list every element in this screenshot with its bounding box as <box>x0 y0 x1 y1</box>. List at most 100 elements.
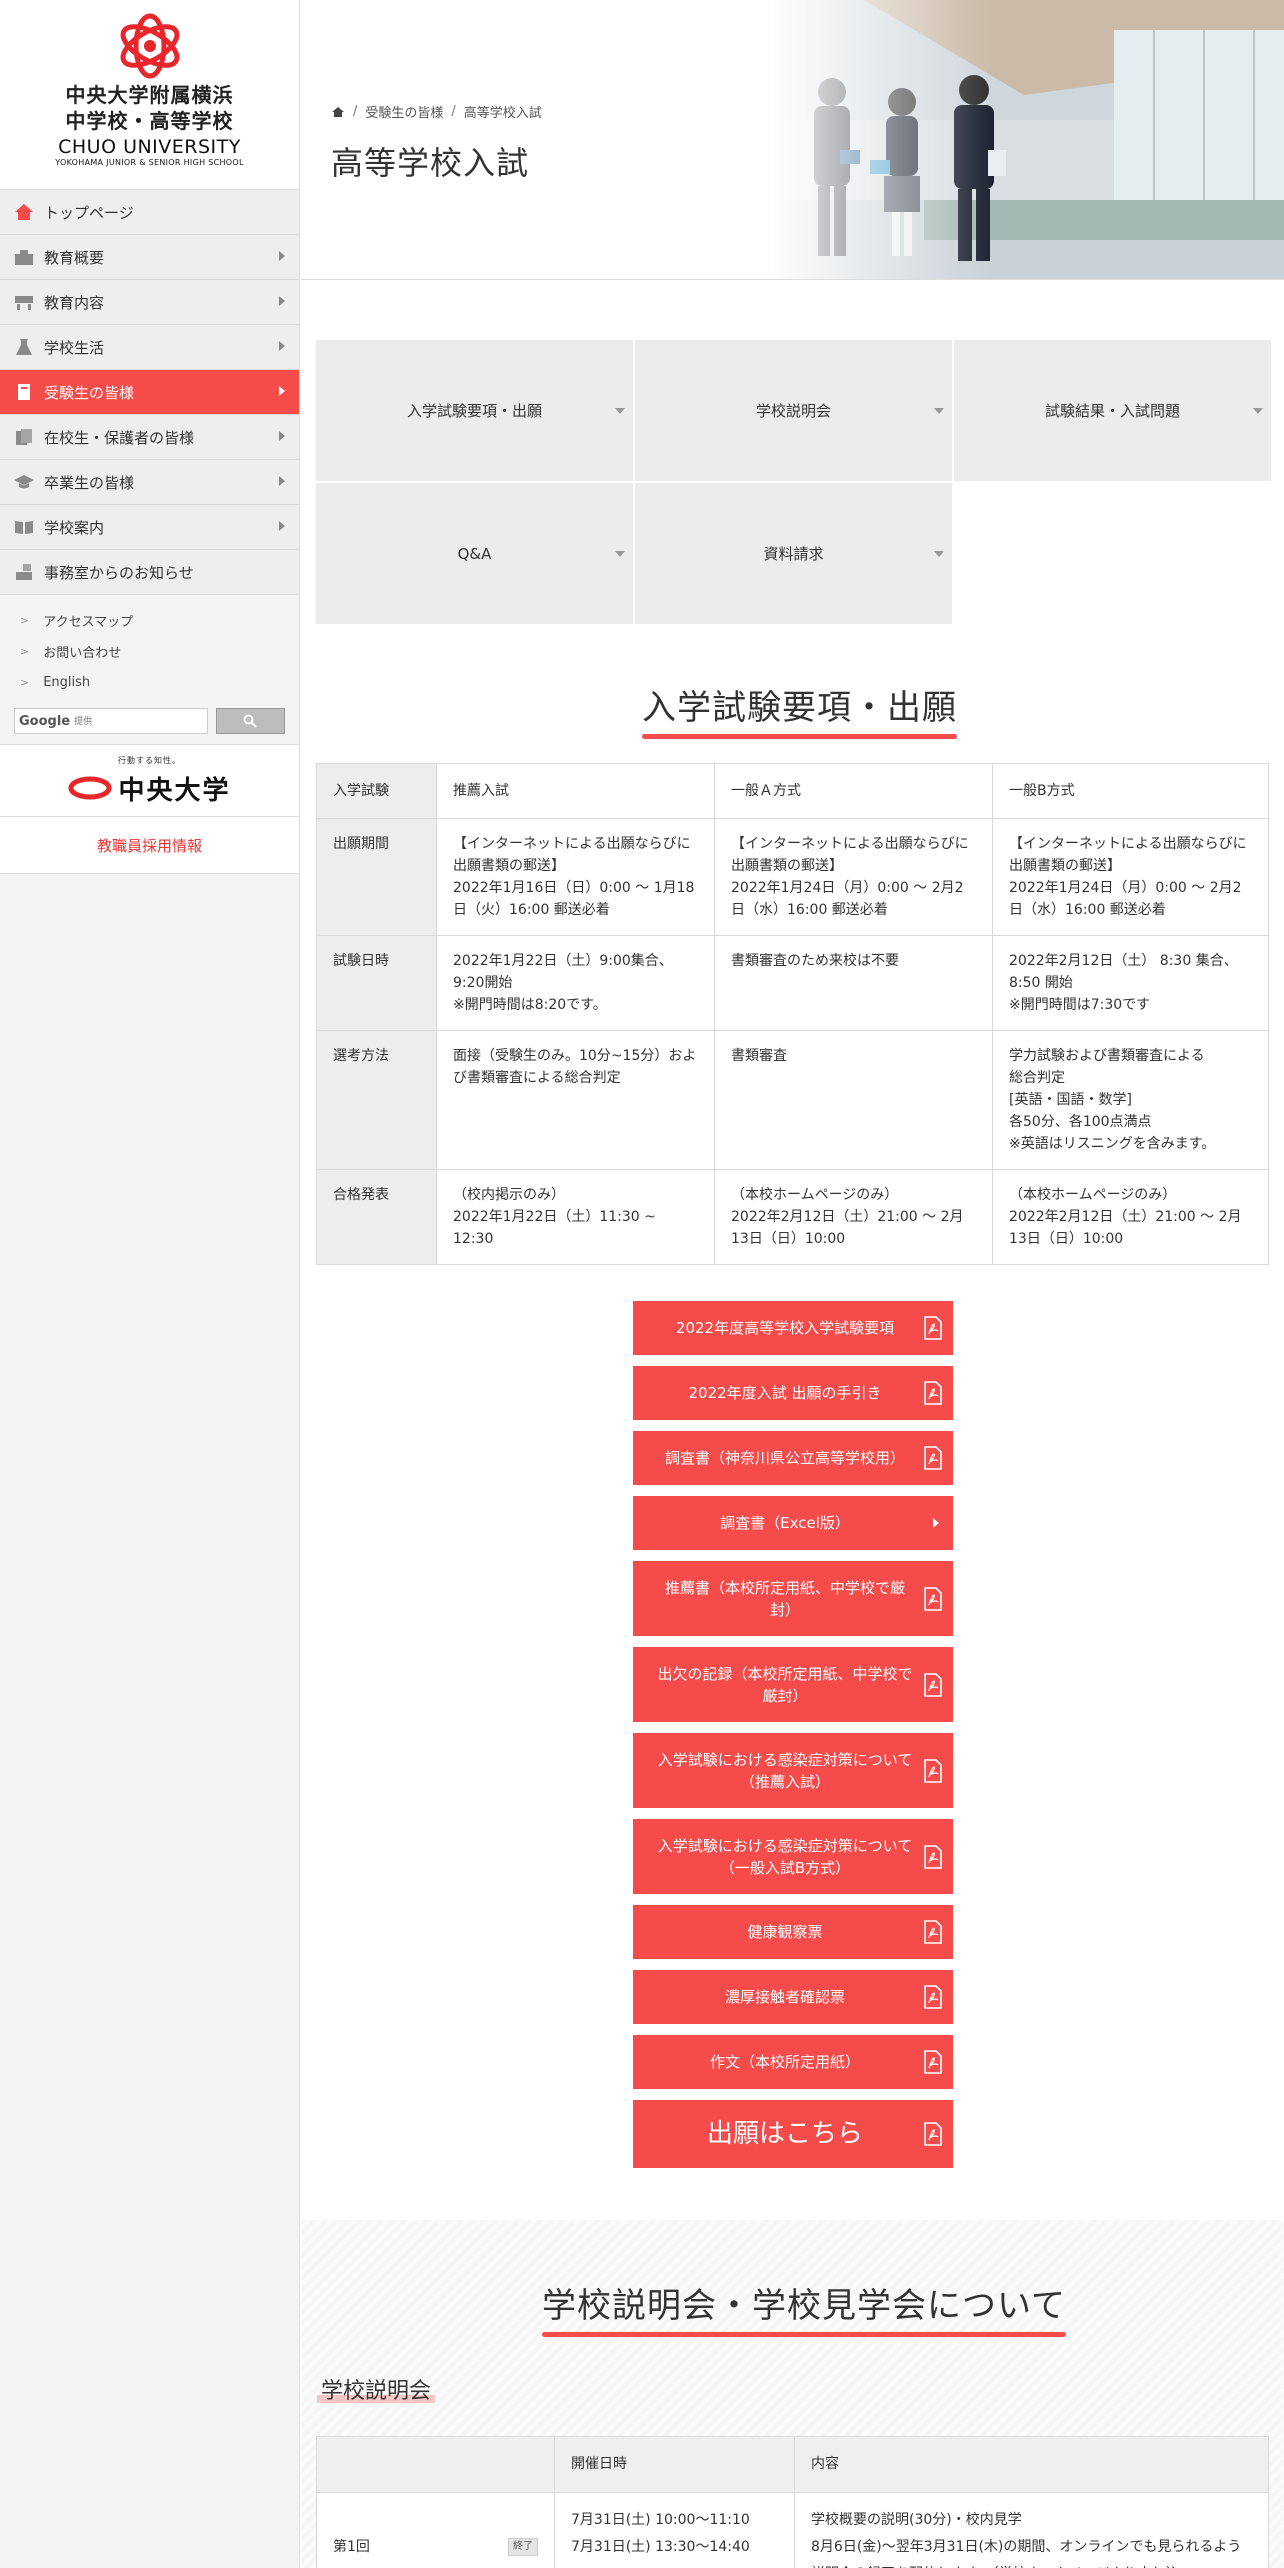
google-brand: Google <box>19 713 71 729</box>
main-nav: トップページ 教育概要 教育内容 学校生活 受験生の皆様 在校生・保護者の皆様 … <box>0 190 299 595</box>
chevron-right-icon: > <box>20 614 30 627</box>
search-input[interactable] <box>74 716 185 726</box>
nav-label: 教育内容 <box>44 293 105 312</box>
cell-line: 【インターネットによる出願ならびに出願書類の郵送】 <box>1009 836 1247 874</box>
nav-item-top[interactable]: トップページ <box>0 190 299 235</box>
chevron-down-icon <box>615 551 625 557</box>
table-cell: 書類審査のため来校は不要 <box>714 935 993 1031</box>
pdf-icon <box>924 1586 942 1611</box>
report-kanagawa-pdf-button[interactable]: 調査書（神奈川県公立高等学校用） <box>633 1431 953 1485</box>
tab-request-materials[interactable]: 資料請求 <box>635 483 952 624</box>
tab-exam-guidelines[interactable]: 入学試験要項・出願 <box>316 340 633 481</box>
nav-item-office-news[interactable]: 事務室からのお知らせ <box>0 550 299 595</box>
nav-label: 卒業生の皆様 <box>44 473 135 492</box>
table-row: 合格発表 （校内掲示のみ） 2022年1月22日（土）11:30 ~ 12:30 … <box>316 1169 1269 1265</box>
title-underline <box>542 2332 1066 2337</box>
report-excel-button[interactable]: 調査書（Excel版） <box>633 1496 953 1550</box>
subnav-item-access[interactable]: > アクセスマップ <box>0 605 299 636</box>
breadcrumb-separator: / <box>451 104 456 119</box>
guidelines-pdf-button[interactable]: 2022年度高等学校入学試験要項 <box>633 1301 953 1355</box>
chevron-down-icon <box>615 408 625 414</box>
page-header: / 受験生の皆様 / 高等学校入試 高等学校入試 <box>301 0 1284 280</box>
chuo-logo-icon <box>68 776 112 800</box>
cell-line: 2022年1月24日（月）0:00 ～ 2月2日（水）16:00 郵送必着 <box>731 880 964 918</box>
pdf-icon <box>924 1920 942 1944</box>
cell-line: 各50分、各100点満点 <box>1009 1114 1152 1130</box>
button-label: 入学試験における感染症対策について（推薦入試） <box>657 1750 913 1791</box>
pdf-icon <box>924 1446 942 1470</box>
home-icon <box>15 204 33 220</box>
flask-icon <box>16 339 32 355</box>
health-check-pdf-button[interactable]: 健康観察票 <box>633 1905 953 1959</box>
table-cell: 【インターネットによる出願ならびに出願書類の郵送】 2022年1月24日（月）0:… <box>714 818 993 936</box>
table-header-cell: 一般Ａ方式 <box>714 763 993 819</box>
table-cell: 2022年2月12日（土） 8:30 集合、8:50 開始 ※開門時間は7:30で… <box>992 935 1269 1031</box>
close-contact-pdf-button[interactable]: 濃厚接触者確認票 <box>633 1970 953 2024</box>
nav-label: 学校生活 <box>44 338 105 357</box>
breadcrumb-parent[interactable]: 受験生の皆様 <box>365 102 443 121</box>
chuo-university-banner[interactable]: 行動する知性。 中央大学 <box>0 744 299 816</box>
infection-measures-general-b-pdf-button[interactable]: 入学試験における感染症対策について（一般入試B方式） <box>633 1819 953 1894</box>
graduation-cap-icon <box>14 475 34 489</box>
search-icon <box>243 714 258 728</box>
table-cell: （本校ホームページのみ） 2022年2月12日（土）21:00 ～ 2月13日（日… <box>992 1169 1269 1265</box>
nav-item-education-content[interactable]: 教育内容 <box>0 280 299 325</box>
chevron-right-icon <box>279 431 285 441</box>
chevron-down-icon <box>934 551 944 557</box>
school-name-en: CHUO UNIVERSITY <box>58 136 241 158</box>
school-logo[interactable]: 中央大学附属横浜 中学校・高等学校 CHUO UNIVERSITY YOKOHA… <box>0 0 299 190</box>
table-header-cell: 推薦入試 <box>436 763 715 819</box>
cell-line: 2022年1月22日（土）9:00集合、9:20開始 <box>453 953 673 991</box>
info-subtitle-text: 学校説明会 <box>321 2379 432 2404</box>
application-guide-pdf-button[interactable]: 2022年度入試 出願の手引き <box>633 1366 953 1420</box>
subnav-item-contact[interactable]: > お問い合わせ <box>0 636 299 667</box>
apply-here-button[interactable]: 出願はこちら <box>633 2100 953 2168</box>
essay-form-pdf-button[interactable]: 作文（本校所定用紙） <box>633 2035 953 2089</box>
table-cell: 学力試験および書類審査による 総合判定 [英語・国語・数学] 各50分、各100… <box>992 1030 1269 1170</box>
nav-item-graduates[interactable]: 卒業生の皆様 <box>0 460 299 505</box>
pdf-icon <box>924 2050 942 2074</box>
nav-item-school-life[interactable]: 学校生活 <box>0 325 299 370</box>
chevron-right-icon <box>279 521 285 531</box>
notice-icon <box>16 564 32 580</box>
documents-icon <box>16 429 32 445</box>
nav-label: 教育概要 <box>44 248 105 267</box>
chevron-right-icon <box>279 251 285 261</box>
button-label: 調査書（Excel版） <box>720 1514 850 1532</box>
recruit-link[interactable]: 教職員採用情報 <box>0 816 299 874</box>
cell-line: （本校ホームページのみ） <box>1009 1187 1177 1203</box>
chuo-name: 中央大学 <box>118 775 231 806</box>
table-header-cell: 開催日時 <box>554 2436 795 2493</box>
button-label: 推薦書（本校所定用紙、中学校で厳封） <box>664 1578 905 1619</box>
cell-line: 面接（受験生のみ。10分~15分）および書類審査による総合判定 <box>453 1048 697 1086</box>
school-name-sub: YOKOHAMA JUNIOR & SENIOR HIGH SCHOOL <box>55 158 244 167</box>
button-label: 出願はこちら <box>706 2119 863 2149</box>
recommendation-pdf-button[interactable]: 推薦書（本校所定用紙、中学校で厳封） <box>633 1561 953 1636</box>
nav-item-applicants[interactable]: 受験生の皆様 <box>0 370 299 415</box>
nav-item-education-overview[interactable]: 教育概要 <box>0 235 299 280</box>
nav-item-students-parents[interactable]: 在校生・保護者の皆様 <box>0 415 299 460</box>
search-button[interactable] <box>215 708 285 734</box>
chevron-down-icon <box>1253 408 1263 414</box>
infection-measures-recommend-pdf-button[interactable]: 入学試験における感染症対策について（推薦入試） <box>633 1733 953 1808</box>
nav-label: トップページ <box>44 203 134 222</box>
button-label: 入学試験における感染症対策について（一般入試B方式） <box>657 1836 913 1877</box>
tab-results[interactable]: 試験結果・入試問題 <box>954 340 1271 481</box>
cell-line: 2022年2月12日（土）21:00 ～ 2月13日（日）10:00 <box>731 1209 964 1247</box>
search-field[interactable]: Google <box>14 708 208 734</box>
subnav-item-english[interactable]: > English <box>0 667 299 698</box>
open-book-icon <box>15 521 33 534</box>
tab-info-session[interactable]: 学校説明会 <box>635 340 952 481</box>
cell-line: ※英語はリスニングを含みます。 <box>1009 1136 1216 1152</box>
home-icon[interactable] <box>331 106 345 118</box>
table-cell: 2022年1月22日（土）9:00集合、9:20開始 ※開門時間は8:20です。 <box>436 935 715 1031</box>
cell-line: 2022年1月24日（月）0:00 ～ 2月2日（水）16:00 郵送必着 <box>1009 880 1242 918</box>
attendance-pdf-button[interactable]: 出欠の記録（本校所定用紙、中学校で厳封） <box>633 1647 953 1722</box>
building-icon <box>15 250 33 265</box>
pdf-icon <box>924 2122 942 2146</box>
tab-qa[interactable]: Q&A <box>316 483 633 624</box>
chevron-right-icon <box>279 341 285 351</box>
nav-item-school-guide[interactable]: 学校案内 <box>0 505 299 550</box>
session-date: 7月31日(土) 13:30～14:40 <box>571 2539 750 2555</box>
info-session-table: 開催日時 内容 第1回 終了 7月31日(土) 10:00～11:10 7月31… <box>316 2436 1269 2568</box>
